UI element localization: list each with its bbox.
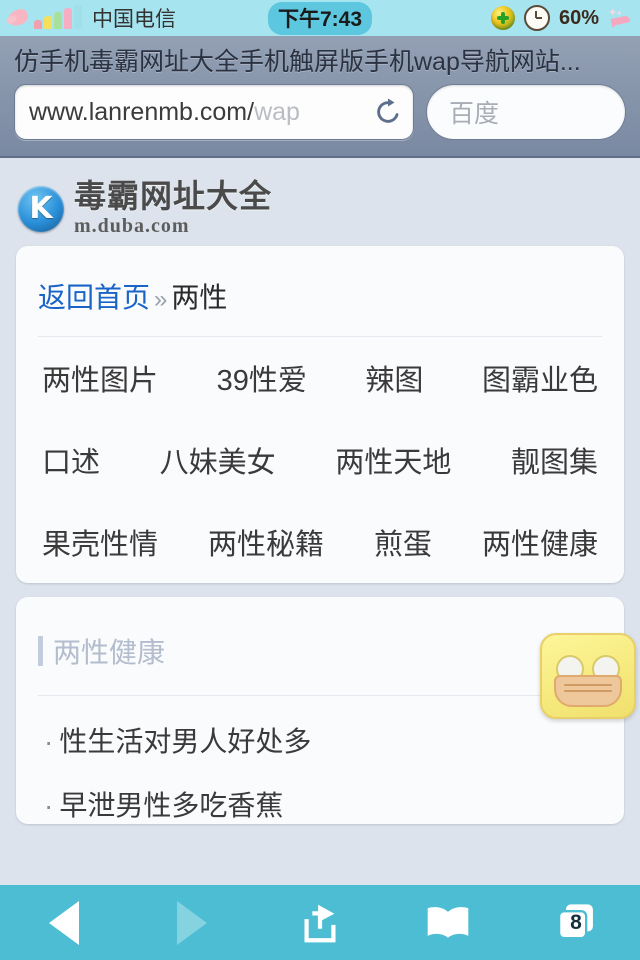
- breadcrumb: 返回首页» 两性: [38, 246, 602, 337]
- article-title: 性生活对男人好处多: [59, 725, 312, 757]
- status-bar: 中国电信 下午7:43 60% ✦ ✦: [0, 0, 640, 36]
- tabs-button[interactable]: 8: [528, 885, 624, 960]
- category-link[interactable]: 煎蛋: [374, 521, 432, 563]
- breadcrumb-current: 两性: [171, 281, 228, 313]
- browser-toolbar: 8: [0, 885, 640, 960]
- forward-button[interactable]: [144, 885, 240, 960]
- bullet-icon: ·: [44, 789, 54, 821]
- page-title: 仿手机毒霸网址大全手机触屏版手机wap导航网站...: [14, 48, 581, 76]
- article-item[interactable]: · 早泄男性多吃香蕉: [38, 760, 602, 824]
- url-bar[interactable]: www.lanrenmb.com/wap: [14, 84, 414, 140]
- category-link[interactable]: 口述: [42, 439, 100, 481]
- high-heel-icon: ✦ ✦: [608, 8, 634, 28]
- bullet-icon: ·: [44, 725, 54, 757]
- category-link[interactable]: 两性秘籍: [208, 521, 324, 563]
- category-link[interactable]: 39性爱: [217, 357, 307, 399]
- logo-title: 毒霸网址大全: [74, 178, 273, 214]
- logo-letter: K: [29, 190, 53, 226]
- web-page-content: K 毒霸网址大全 m.duba.com 返回首页» 两性 两性图片 39性爱 辣图…: [0, 158, 640, 885]
- category-link[interactable]: 两性健康: [482, 521, 598, 563]
- tab-count-label: 8: [570, 910, 582, 934]
- mobile-browser-screen: 中国电信 下午7:43 60% ✦ ✦ 仿手机毒霸网址大全手机触屏版手机wap导航…: [0, 0, 640, 960]
- back-button[interactable]: [16, 885, 112, 960]
- status-bar-left: 中国电信: [0, 3, 176, 33]
- carrier-label: 中国电信: [92, 8, 176, 31]
- forward-icon: [177, 900, 207, 945]
- logo-text-block: 毒霸网址大全 m.duba.com: [74, 178, 273, 238]
- status-bar-right: 60% ✦ ✦: [490, 5, 634, 31]
- section-header: 两性健康: [38, 597, 602, 696]
- floating-face-button[interactable]: [540, 633, 636, 719]
- share-button[interactable]: [272, 885, 368, 960]
- alarm-clock-icon: [523, 5, 550, 31]
- category-link[interactable]: 图霸业色: [482, 357, 598, 399]
- link-row-3: 果壳性情 两性秘籍 煎蛋 两性健康: [38, 501, 602, 583]
- section-title: 两性健康: [53, 636, 166, 668]
- category-link[interactable]: 辣图: [365, 357, 423, 399]
- category-link[interactable]: 两性图片: [42, 357, 158, 399]
- search-placeholder: 百度: [449, 100, 500, 128]
- face-mouth-icon: [554, 675, 622, 707]
- address-row: www.lanrenmb.com/wap 百度: [0, 78, 640, 140]
- battery-percent-label: 60%: [558, 6, 599, 29]
- bookmarks-icon: [427, 906, 469, 938]
- share-icon: [304, 904, 336, 942]
- category-link[interactable]: 果壳性情: [42, 521, 158, 563]
- article-item[interactable]: · 性生活对男人好处多: [38, 696, 602, 760]
- logo-domain: m.duba.com: [74, 214, 190, 237]
- section-accent-bar: [38, 635, 43, 666]
- browser-chrome: 仿手机毒霸网址大全手机触屏版手机wap导航网站... www.lanrenmb.…: [0, 36, 640, 158]
- article-title: 早泄男性多吃香蕉: [59, 789, 284, 821]
- link-row-2: 口述 八妹美女 两性天地 靓图集: [38, 419, 602, 501]
- reload-icon[interactable]: [373, 97, 403, 127]
- url-dim: wap: [254, 97, 300, 126]
- site-logo[interactable]: K 毒霸网址大全 m.duba.com: [0, 158, 640, 246]
- breadcrumb-home-link[interactable]: 返回首页: [38, 282, 150, 313]
- breadcrumb-separator: »: [154, 285, 168, 313]
- category-link[interactable]: 八妹美女: [160, 439, 276, 481]
- back-icon: [49, 900, 79, 945]
- articles-card: 两性健康 · 性生活对男人好处多 · 早泄男性多吃香蕉: [16, 596, 624, 824]
- search-input[interactable]: 百度: [426, 84, 626, 140]
- category-link[interactable]: 两性天地: [335, 439, 451, 481]
- category-link[interactable]: 靓图集: [511, 439, 598, 481]
- category-card: 返回首页» 两性 两性图片 39性爱 辣图 图霸业色 口述 八妹美女 两性天地 靓…: [16, 245, 624, 583]
- security-shield-icon: [490, 6, 515, 30]
- duba-logo-icon: K: [18, 185, 64, 232]
- link-row-1: 两性图片 39性爱 辣图 图霸业色: [38, 337, 602, 419]
- clock-label: 下午7:43: [267, 1, 373, 35]
- signal-bars-icon: [34, 5, 84, 29]
- bookmarks-button[interactable]: [400, 885, 496, 960]
- url-main: www.lanrenmb.com/: [29, 97, 255, 126]
- hand-icon: [4, 7, 32, 29]
- url-text[interactable]: www.lanrenmb.com/wap: [29, 98, 373, 127]
